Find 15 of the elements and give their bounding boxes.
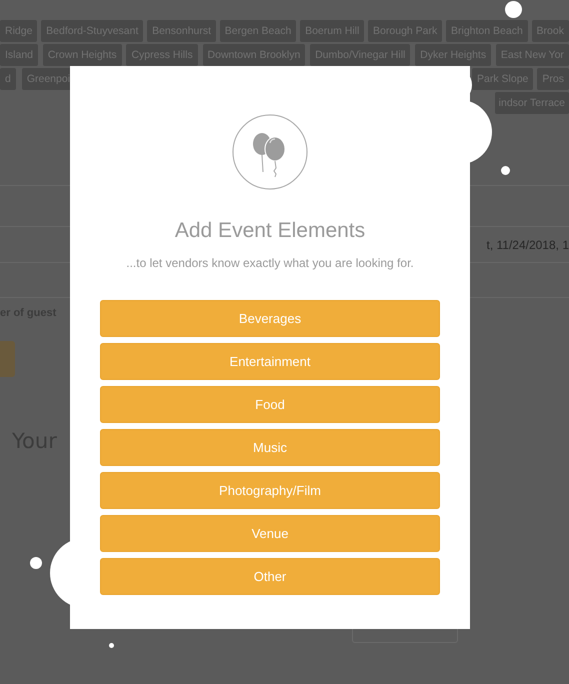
balloons-icon [232,114,308,190]
option-button[interactable]: Beverages [100,300,440,337]
page-button[interactable] [0,341,15,377]
option-button[interactable]: Entertainment [100,343,440,380]
option-button[interactable]: Food [100,386,440,423]
bubble-icon [501,166,510,175]
option-button[interactable]: Music [100,429,440,466]
bubble-icon [505,1,522,18]
option-button[interactable]: Venue [100,515,440,552]
option-button[interactable]: Photography/Film [100,472,440,509]
bubble-icon [109,643,114,648]
bubble-icon [30,557,42,569]
modal-subtitle: ...to let vendors know exactly what you are looking for. [126,256,414,270]
modal-title: Add Event Elements [174,219,366,243]
option-button[interactable]: Other [100,558,440,595]
